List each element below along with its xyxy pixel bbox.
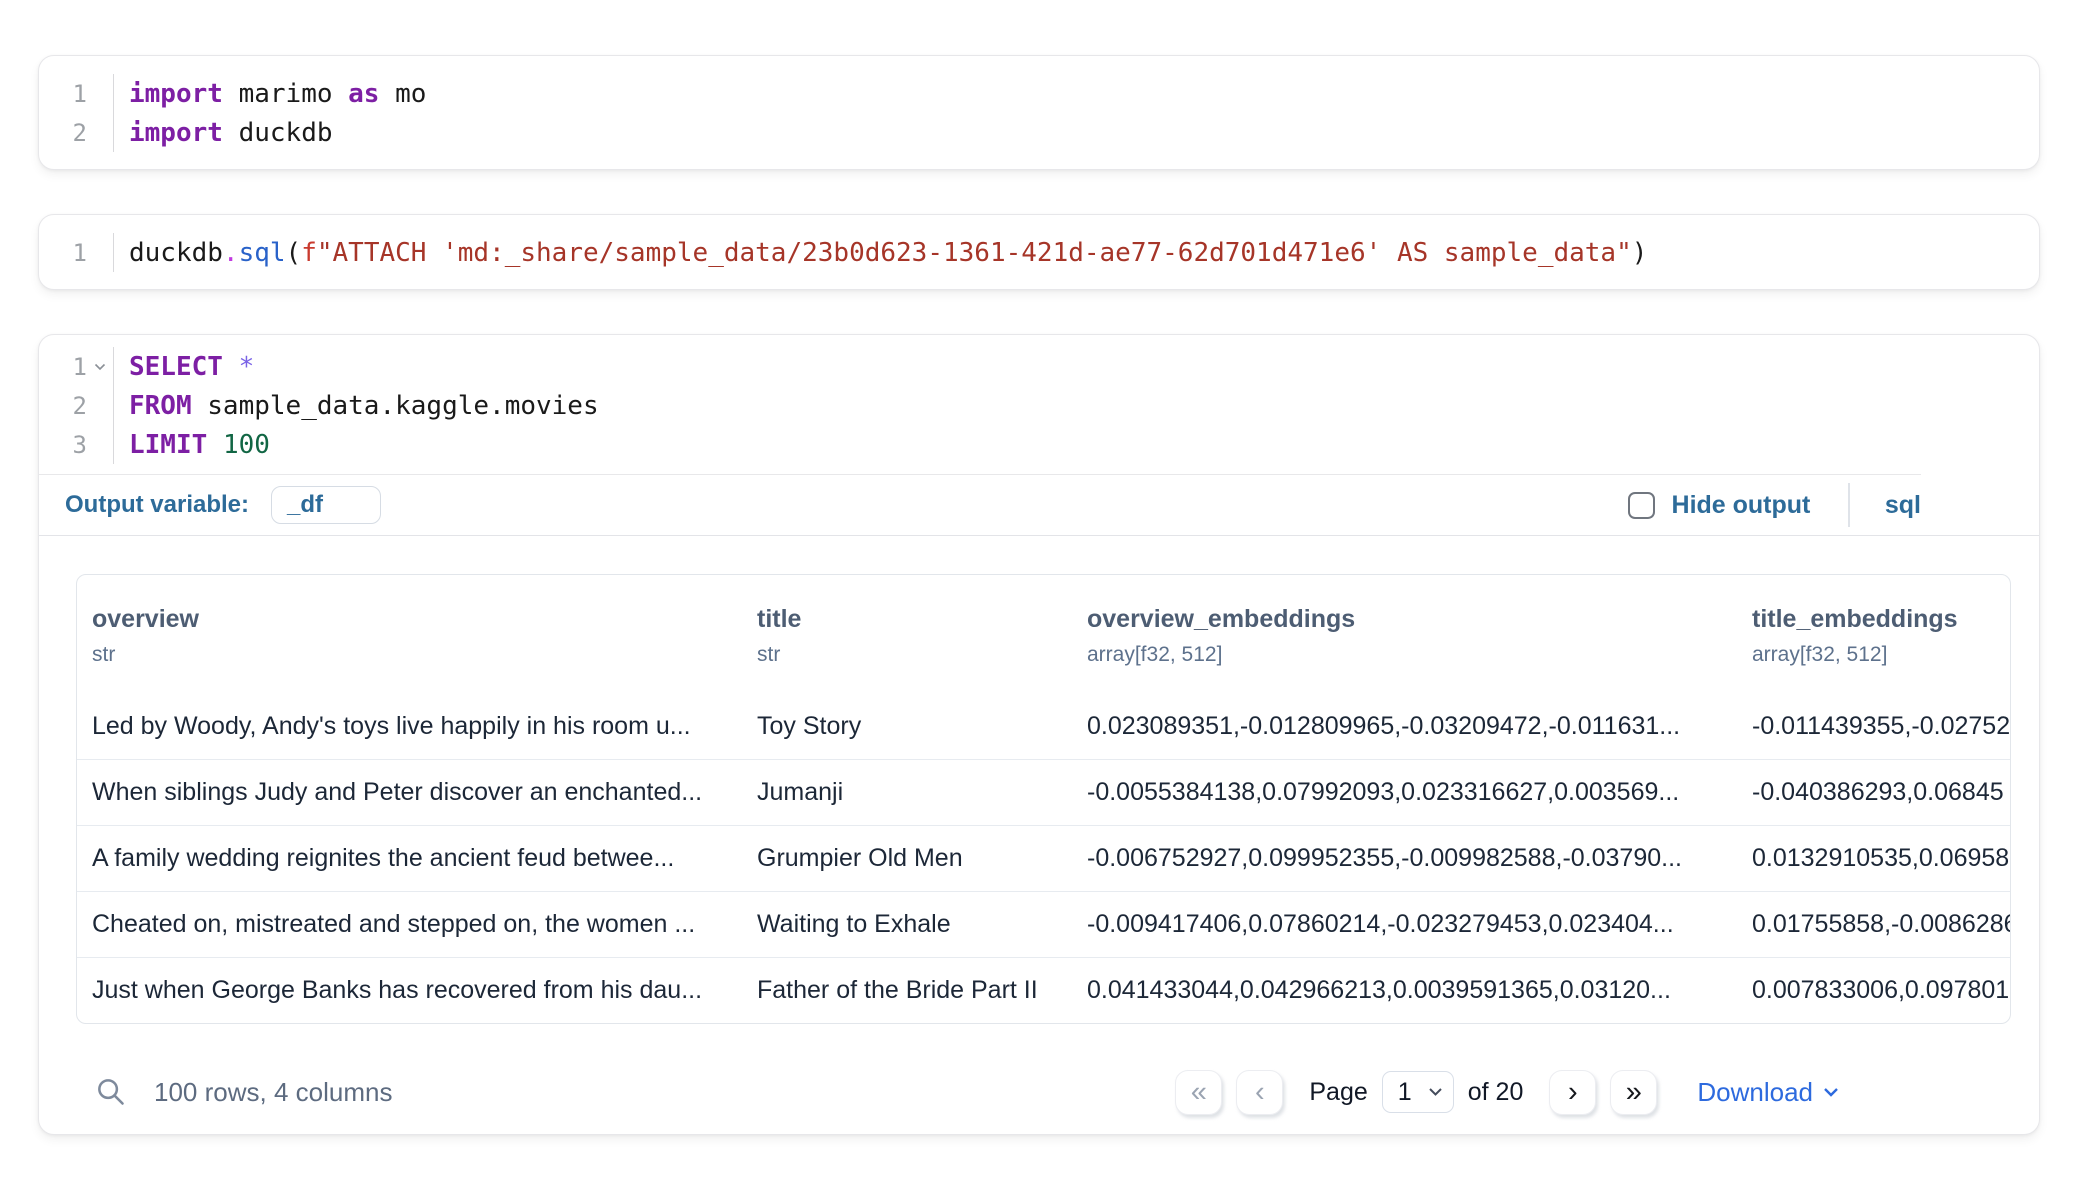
table-header-row: overviewstrtitlestroverview_embeddingsar… [77, 575, 2010, 693]
table-cell: 0.01755858,-0.0086286 [1752, 910, 2010, 939]
prev-page-button[interactable]: ‹ [1236, 1070, 1283, 1115]
code-text: import marimo as mo [114, 79, 426, 109]
line-number: 1 [39, 347, 114, 386]
code-text: SELECT * [114, 352, 254, 382]
chevron-down-icon [1428, 1087, 1443, 1097]
code-text: duckdb.sql(f"ATTACH 'md:_share/sample_da… [114, 238, 1647, 268]
marimo-notebook: 1import marimo as mo2import duckdb 1duck… [0, 0, 2086, 1135]
table-cell: When siblings Judy and Peter discover an… [77, 778, 757, 807]
last-page-button[interactable]: » [1610, 1070, 1657, 1115]
code-text: LIMIT 100 [114, 430, 270, 460]
table-row[interactable]: When siblings Judy and Peter discover an… [77, 759, 2010, 825]
hide-output-checkbox[interactable] [1628, 492, 1655, 519]
attach-code-editor[interactable]: 1duckdb.sql(f"ATTACH 'md:_share/sample_d… [39, 215, 2039, 289]
code-line[interactable]: 1SELECT * [39, 347, 2039, 386]
table-cell: Toy Story [757, 712, 1087, 741]
cell-attach: 1duckdb.sql(f"ATTACH 'md:_share/sample_d… [38, 214, 2040, 290]
page-number-value: 1 [1398, 1078, 1428, 1107]
first-page-button[interactable]: « [1175, 1070, 1222, 1115]
column-name: overview [92, 605, 757, 634]
line-number: 2 [39, 113, 114, 152]
next-page-button[interactable]: › [1549, 1070, 1596, 1115]
line-number: 2 [39, 386, 114, 425]
cell-sql-query: 1SELECT *2FROM sample_data.kaggle.movies… [38, 334, 2040, 1135]
toolbar-divider [1848, 483, 1850, 527]
page-total-label: of 20 [1468, 1078, 1524, 1107]
table-cell: Jumanji [757, 778, 1087, 807]
column-header-title[interactable]: title str [757, 605, 1087, 667]
code-line[interactable]: 2import duckdb [39, 113, 2039, 152]
table-cell: 0.041433044,0.042966213,0.0039591365,0.0… [1087, 976, 1752, 1005]
sql-code-editor[interactable]: 1SELECT *2FROM sample_data.kaggle.movies… [39, 335, 2039, 474]
column-type: str [757, 643, 1087, 667]
table-row[interactable]: Just when George Banks has recovered fro… [77, 957, 2010, 1023]
code-line[interactable]: 2FROM sample_data.kaggle.movies [39, 386, 2039, 425]
output-variable-input[interactable]: _df [271, 486, 381, 524]
page-label: Page [1309, 1078, 1367, 1107]
table-cell: A family wedding reignites the ancient f… [77, 844, 757, 873]
cell-imports: 1import marimo as mo2import duckdb [38, 55, 2040, 170]
table-cell: -0.040386293,0.06845 [1752, 778, 2010, 807]
table-footer: 100 rows, 4 columns « ‹ Page 1 of 20 › »… [39, 1024, 2039, 1134]
pagination: « ‹ Page 1 of 20 › » Download [1175, 1070, 1839, 1115]
download-button[interactable]: Download [1697, 1077, 1839, 1108]
table-cell: Waiting to Exhale [757, 910, 1087, 939]
line-number: 3 [39, 425, 114, 464]
row-count-summary: 100 rows, 4 columns [154, 1077, 392, 1108]
download-label: Download [1697, 1077, 1813, 1108]
column-header-overview_embeddings[interactable]: overview_embeddings array[f32, 512] [1087, 605, 1752, 667]
sql-cell-toolbar: Output variable: _df Hide output sql [39, 475, 2039, 535]
page-number-select[interactable]: 1 [1382, 1071, 1454, 1113]
search-icon[interactable] [96, 1077, 126, 1107]
table-cell: 0.007833006,0.097801 [1752, 976, 2010, 1005]
table-cell: -0.006752927,0.099952355,-0.009982588,-0… [1087, 844, 1752, 873]
code-line[interactable]: 3LIMIT 100 [39, 425, 2039, 464]
column-type: array[f32, 512] [1087, 643, 1752, 667]
language-toggle-sql[interactable]: sql [1885, 491, 1921, 520]
code-text: FROM sample_data.kaggle.movies [114, 391, 599, 421]
table-cell: Just when George Banks has recovered fro… [77, 976, 757, 1005]
hide-output-label: Hide output [1672, 491, 1811, 520]
table-cell: -0.0055384138,0.07992093,0.023316627,0.0… [1087, 778, 1752, 807]
column-type: str [92, 643, 757, 667]
table-container: overviewstrtitlestroverview_embeddingsar… [76, 574, 2009, 1024]
table-cell: Grumpier Old Men [757, 844, 1087, 873]
column-header-overview[interactable]: overview str [77, 605, 757, 667]
table-row[interactable]: Cheated on, mistreated and stepped on, t… [77, 891, 2010, 957]
table-cell: 0.023089351,-0.012809965,-0.03209472,-0.… [1087, 712, 1752, 741]
table-cell: Led by Woody, Andy's toys live happily i… [77, 712, 757, 741]
column-header-title_embeddings[interactable]: title_embeddings array[f32, 512] [1752, 605, 2010, 667]
code-text: import duckdb [114, 118, 333, 148]
code-line[interactable]: 1import marimo as mo [39, 74, 2039, 113]
column-name: title_embeddings [1752, 605, 2010, 634]
line-number: 1 [39, 233, 114, 272]
column-name: overview_embeddings [1087, 605, 1752, 634]
results-table: overviewstrtitlestroverview_embeddingsar… [76, 574, 2011, 1024]
table-cell: -0.011439355,-0.02752 [1752, 712, 2010, 741]
table-cell: 0.0132910535,0.06958 [1752, 844, 2010, 873]
table-row[interactable]: A family wedding reignites the ancient f… [77, 825, 2010, 891]
output-divider [39, 535, 2039, 536]
code-line[interactable]: 1duckdb.sql(f"ATTACH 'md:_share/sample_d… [39, 233, 2039, 272]
table-cell: Cheated on, mistreated and stepped on, t… [77, 910, 757, 939]
table-cell: Father of the Bride Part II [757, 976, 1087, 1005]
column-name: title [757, 605, 1087, 634]
table-row[interactable]: Led by Woody, Andy's toys live happily i… [77, 693, 2010, 759]
output-variable-label: Output variable: [65, 491, 249, 519]
table-cell: -0.009417406,0.07860214,-0.023279453,0.0… [1087, 910, 1752, 939]
fold-chevron-icon[interactable] [94, 363, 106, 371]
chevron-down-icon [1823, 1087, 1839, 1098]
line-number: 1 [39, 74, 114, 113]
imports-code-editor[interactable]: 1import marimo as mo2import duckdb [39, 56, 2039, 169]
column-type: array[f32, 512] [1752, 643, 2010, 667]
